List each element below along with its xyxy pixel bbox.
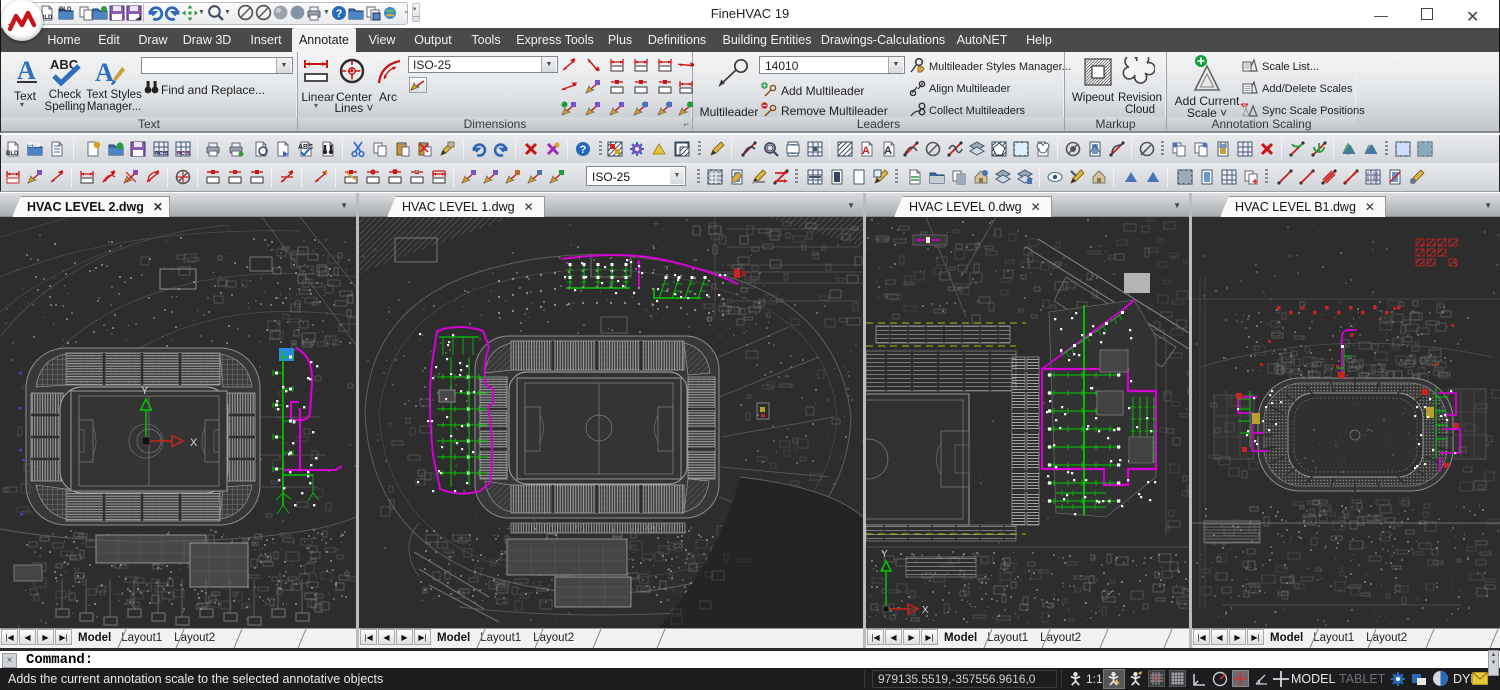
svg-text:A: A	[862, 145, 870, 157]
svg-text:Y: Y	[881, 549, 888, 560]
svg-text:X: X	[922, 605, 929, 616]
svg-text:BLD: BLD	[28, 143, 41, 149]
svg-text:Y: Y	[141, 385, 149, 397]
svg-text:A: A	[95, 58, 114, 87]
svg-text:A: A	[884, 145, 892, 157]
svg-text:RCIS: RCIS	[155, 151, 168, 157]
svg-text:RCIS: RCIS	[177, 151, 190, 157]
svg-text:A: A	[17, 57, 36, 85]
svg-text:X: X	[190, 437, 198, 449]
svg-text:BLD: BLD	[6, 151, 19, 157]
svg-text:ABC: ABC	[298, 144, 313, 151]
